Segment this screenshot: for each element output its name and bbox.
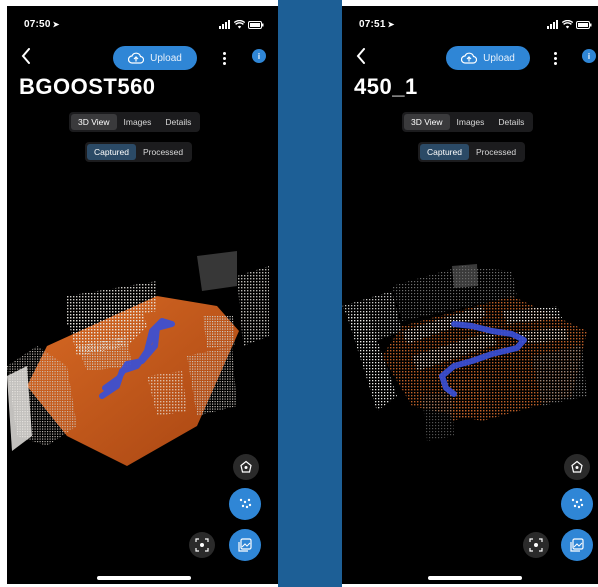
signal-icon — [219, 20, 230, 29]
point-cloud-viewport[interactable] — [7, 236, 278, 466]
back-button[interactable] — [352, 46, 370, 66]
battery-icon — [248, 20, 264, 29]
phone-screen-right: 07:51 ➤ Upload i 450_1 3D View Images Det… — [342, 6, 598, 584]
back-button[interactable] — [17, 46, 35, 66]
tab-processed[interactable]: Processed — [136, 144, 190, 160]
tab-3d-view[interactable]: 3D View — [404, 114, 450, 130]
upload-label: Upload — [150, 52, 182, 64]
tab-3d-view[interactable]: 3D View — [71, 114, 117, 130]
back-chevron-icon — [21, 48, 30, 64]
status-icons — [219, 20, 264, 29]
more-vertical-icon — [553, 61, 557, 65]
upload-label: Upload — [483, 52, 515, 64]
battery-icon — [576, 20, 592, 29]
more-vertical-icon — [553, 51, 557, 55]
more-vertical-icon — [553, 56, 557, 60]
phone-screen-left: 07:50 ➤ Upload i BGOOST560 3D View Images… — [7, 6, 278, 584]
focus-button[interactable] — [523, 532, 549, 558]
point-density-button[interactable] — [229, 488, 261, 520]
gallery-icon — [238, 538, 252, 552]
point-density-button[interactable] — [561, 488, 593, 520]
view-segmented-control: 3D View Images Details — [402, 112, 534, 132]
more-options-button[interactable] — [550, 48, 560, 68]
reset-view-icon — [240, 460, 252, 473]
tab-processed[interactable]: Processed — [469, 144, 523, 160]
point-density-icon — [239, 498, 252, 509]
home-indicator[interactable] — [97, 576, 191, 580]
reset-view-button[interactable] — [564, 454, 590, 480]
tab-images[interactable]: Images — [117, 114, 159, 130]
upload-button[interactable]: Upload — [446, 46, 530, 70]
gallery-icon — [570, 538, 584, 552]
tab-details[interactable]: Details — [158, 114, 198, 130]
status-icons — [547, 20, 592, 29]
back-chevron-icon — [356, 48, 365, 64]
scan-title: 450_1 — [354, 74, 418, 99]
more-vertical-icon — [222, 51, 226, 55]
status-time: 07:51 ➤ — [359, 19, 394, 30]
status-time-text: 07:51 — [359, 19, 386, 30]
screenshot-divider — [278, 0, 342, 587]
mode-segmented-control: Captured Processed — [85, 142, 193, 162]
home-indicator[interactable] — [428, 576, 522, 580]
cloud-upload-icon — [461, 52, 478, 64]
mode-segmented-control: Captured Processed — [418, 142, 526, 162]
more-vertical-icon — [222, 56, 226, 60]
focus-icon — [195, 538, 209, 552]
tab-captured[interactable]: Captured — [87, 144, 136, 160]
info-button[interactable]: i — [252, 49, 266, 63]
scan-wall — [197, 251, 237, 291]
info-icon: i — [257, 51, 261, 61]
more-options-button[interactable] — [219, 48, 229, 68]
scan-furniture — [532, 346, 587, 406]
gallery-button[interactable] — [229, 529, 261, 561]
status-bar: 07:50 ➤ — [7, 19, 278, 33]
focus-button[interactable] — [189, 532, 215, 558]
scan-furniture — [422, 391, 454, 441]
status-bar: 07:51 ➤ — [342, 19, 598, 33]
cloud-upload-icon — [128, 52, 145, 64]
status-time: 07:50 ➤ — [24, 19, 59, 30]
more-vertical-icon — [222, 61, 226, 65]
wifi-icon — [234, 20, 245, 29]
signal-icon — [547, 20, 558, 29]
reset-view-button[interactable] — [233, 454, 259, 480]
tab-images[interactable]: Images — [450, 114, 492, 130]
scan-wall — [452, 264, 478, 288]
gallery-button[interactable] — [561, 529, 593, 561]
reset-view-icon — [571, 460, 583, 473]
tab-captured[interactable]: Captured — [420, 144, 469, 160]
upload-button[interactable]: Upload — [113, 46, 197, 70]
location-arrow-icon: ➤ — [387, 20, 395, 29]
scan-wall — [237, 266, 269, 346]
scan-furniture — [203, 316, 235, 348]
info-icon: i — [587, 51, 591, 61]
status-time-text: 07:50 — [24, 19, 51, 30]
wifi-icon — [562, 20, 573, 29]
focus-icon — [529, 538, 543, 552]
point-density-icon — [571, 498, 584, 509]
scan-title: BGOOST560 — [19, 74, 156, 99]
point-cloud-viewport[interactable] — [342, 236, 598, 466]
location-arrow-icon: ➤ — [52, 20, 60, 29]
view-segmented-control: 3D View Images Details — [69, 112, 201, 132]
info-button[interactable]: i — [582, 49, 596, 63]
tab-details[interactable]: Details — [491, 114, 531, 130]
